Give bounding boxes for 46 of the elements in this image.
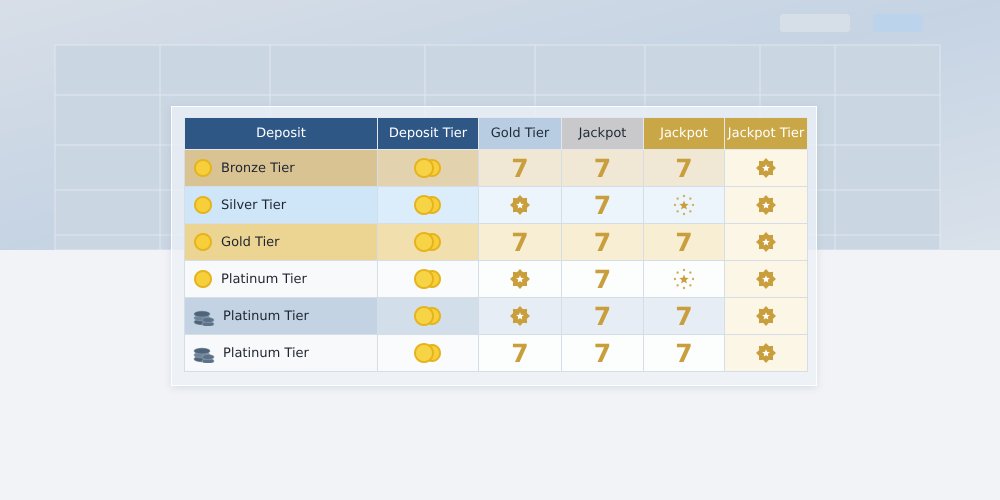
star-badge-icon: [510, 195, 530, 216]
coins-icon: [413, 194, 443, 216]
column-header: Gold Tier: [478, 118, 562, 150]
tier-name: Platinum Tier: [223, 346, 309, 360]
tier-name: Platinum Tier: [223, 308, 309, 324]
star-badge-icon: [510, 269, 530, 290]
coins-icon: [413, 342, 443, 364]
coin-icon: [193, 269, 213, 289]
star-badge-icon: [756, 269, 776, 290]
coins-icon: [413, 231, 443, 253]
coins-icon: [413, 157, 443, 179]
seven-symbol: 7: [594, 154, 612, 182]
star-badge-icon: [756, 343, 776, 364]
column-header: Deposit Tier: [378, 118, 478, 150]
star-badge-icon: [756, 195, 776, 216]
seven-symbol: 7: [675, 228, 693, 256]
tier-name: Platinum Tier: [221, 272, 307, 286]
star-badge-icon: [510, 306, 530, 326]
coin-icon: [193, 158, 213, 178]
tier-name: Gold Tier: [221, 234, 280, 250]
seven-symbol: 7: [594, 264, 612, 294]
star-badge-icon: [756, 158, 776, 178]
column-header: Deposit: [184, 118, 378, 150]
star-badge-icon: [756, 232, 776, 252]
seven-symbol: 7: [594, 228, 612, 256]
seven-symbol: 7: [594, 190, 612, 220]
coin-icon: [193, 232, 213, 252]
seven-symbol: 7: [594, 302, 612, 330]
tier-name: Silver Tier: [221, 198, 286, 212]
seven-symbol: 7: [675, 338, 693, 368]
sparkle-star-icon: [673, 194, 695, 216]
coin-icon: [193, 195, 213, 215]
seven-symbol: 7: [675, 154, 693, 182]
seven-symbol: 7: [511, 154, 529, 182]
coins-icon: [413, 268, 443, 290]
tier-name: Bronze Tier: [221, 160, 295, 176]
coins-icon: [413, 305, 443, 327]
seven-symbol: 7: [675, 302, 693, 330]
star-badge-icon: [756, 306, 776, 326]
seven-symbol: 7: [511, 228, 529, 256]
column-header: Jackpot: [562, 118, 644, 150]
sparkle-star-icon: [673, 268, 695, 290]
column-header: Jackpot Tier: [724, 118, 808, 150]
column-header: Jackpot: [644, 118, 724, 150]
seven-symbol: 7: [511, 338, 529, 368]
seven-symbol: 7: [594, 338, 612, 368]
